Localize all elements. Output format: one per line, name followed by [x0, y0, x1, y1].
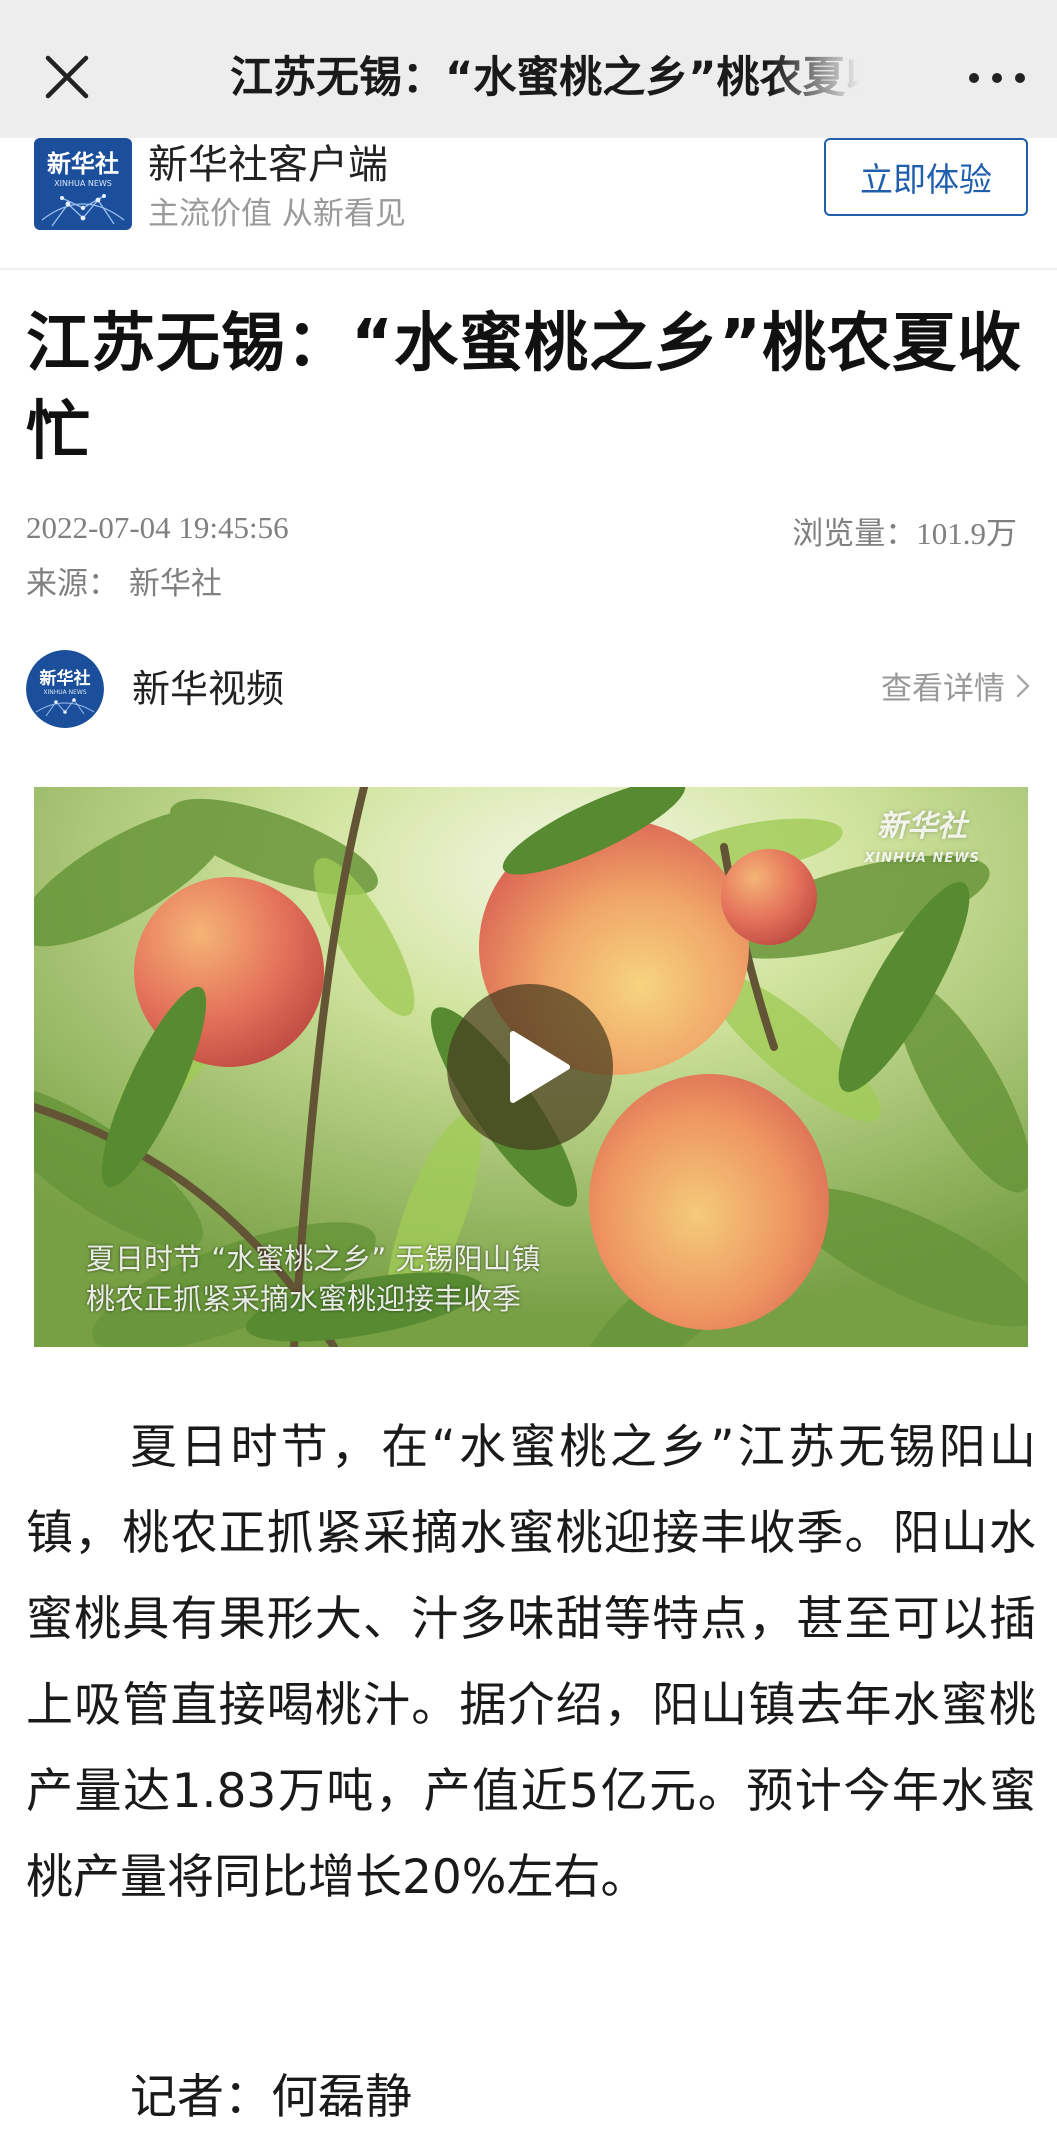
- view-count-label: 浏览量：: [792, 516, 917, 552]
- close-icon[interactable]: [38, 48, 96, 106]
- xinhua-logo-icon: 新华社 XINHUA NEWS: [34, 138, 132, 230]
- app-promo-banner: 新华社 XINHUA NEWS 新华社客户端 主流价值 从新看见 立即体验: [0, 138, 1057, 270]
- channel-logo-subtext: XINHUA NEWS: [43, 689, 86, 696]
- view-details-label: 查看详情: [881, 671, 1005, 707]
- try-now-button[interactable]: 立即体验: [824, 138, 1028, 216]
- play-icon: [510, 1031, 570, 1103]
- view-count: 浏览量：101.9万: [792, 508, 1017, 553]
- app-slogan: 主流价值 从新看见: [148, 196, 406, 232]
- article-source: 来源： 新华社: [26, 566, 222, 602]
- reporter-credit: 记者：何磊静: [130, 2070, 412, 2125]
- logo-text: 新华社: [47, 150, 119, 178]
- video-caption-line: 夏日时节 “水蜜桃之乡” 无锡阳山镇: [86, 1242, 541, 1276]
- watermark-text: 新华社: [877, 809, 968, 844]
- play-button[interactable]: [447, 984, 613, 1150]
- channel-name[interactable]: 新华视频: [132, 664, 284, 714]
- video-caption: 夏日时节 “水蜜桃之乡” 无锡阳山镇 桃农正抓紧采摘水蜜桃迎接丰收季: [86, 1239, 541, 1319]
- top-nav-bar: 江苏无锡：“水蜜桃之乡”桃农夏收忙: [0, 0, 1057, 138]
- nav-title: 江苏无锡：“水蜜桃之乡”桃农夏收忙: [230, 53, 860, 103]
- view-count-value: 101.9万: [916, 516, 1017, 551]
- app-name: 新华社客户端: [148, 142, 388, 188]
- watermark-subtext: XINHUA NEWS: [864, 851, 980, 866]
- channel-avatar[interactable]: 新华社 XINHUA NEWS: [26, 650, 104, 728]
- video-player[interactable]: 新华社 XINHUA NEWS 夏日时节 “水蜜桃之乡” 无锡阳山镇 桃农正抓紧采…: [34, 787, 1028, 1347]
- channel-logo-text: 新华社: [40, 668, 91, 689]
- view-details-link[interactable]: 查看详情: [881, 666, 1031, 712]
- article-body-paragraph: 夏日时节，在“水蜜桃之乡”江苏无锡阳山镇，桃农正抓紧采摘水蜜桃迎接丰收季。阳山水…: [26, 1420, 1036, 1905]
- video-caption-line: 桃农正抓紧采摘水蜜桃迎接丰收季: [86, 1282, 522, 1316]
- publish-datetime: 2022-07-04 19:45:56: [26, 510, 289, 545]
- logo-subtext: XINHUA NEWS: [54, 179, 112, 188]
- chevron-right-icon: [1015, 666, 1031, 712]
- video-watermark: 新华社 XINHUA NEWS: [864, 811, 980, 875]
- more-dots-icon[interactable]: [962, 56, 1032, 100]
- article-title: 江苏无锡：“水蜜桃之乡”桃农夏收忙: [26, 307, 1023, 469]
